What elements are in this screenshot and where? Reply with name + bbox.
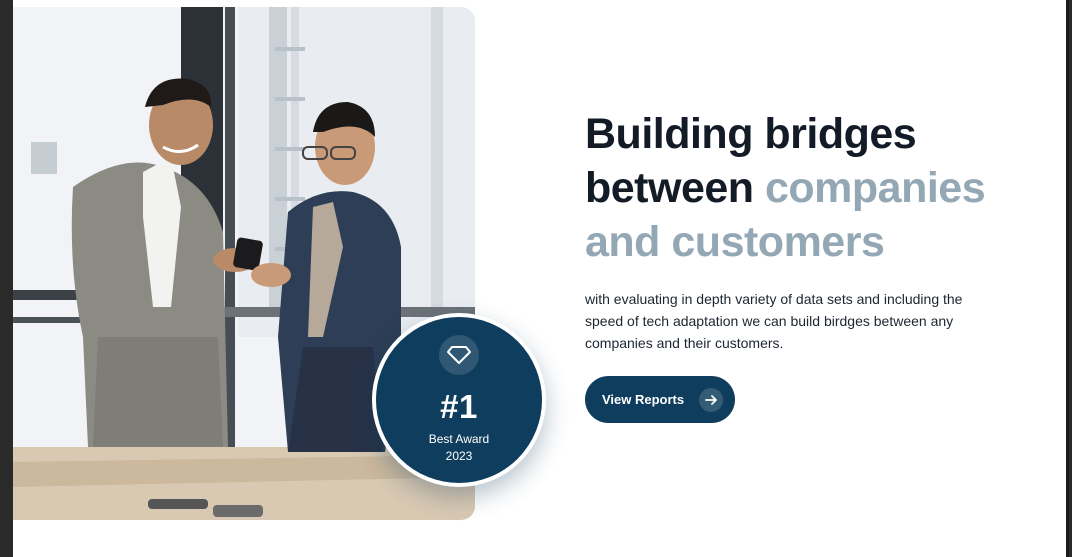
- hero-section: #1 Best Award 2023 Building bridges betw…: [13, 0, 1069, 557]
- view-reports-button[interactable]: View Reports: [585, 376, 735, 423]
- award-badge: #1 Best Award 2023: [372, 313, 546, 487]
- view-reports-label: View Reports: [602, 392, 685, 407]
- award-year: 2023: [445, 449, 473, 463]
- hero-title-line2-muted: companies: [765, 164, 986, 212]
- hero-title-line2-dark: between: [585, 164, 754, 212]
- hero-title-line1: Building bridges: [585, 110, 917, 158]
- hero-description: with evaluating in depth variety of data…: [585, 291, 963, 351]
- arrow-right-icon: [699, 388, 723, 412]
- diamond-icon: [439, 335, 479, 375]
- hero-title: Building bridges between companies and c…: [585, 107, 1025, 269]
- window-edge: [1066, 0, 1069, 557]
- award-rank: #1: [440, 388, 478, 425]
- hero-title-line3-muted: and customers: [585, 218, 885, 266]
- award-label: Best Award: [428, 432, 490, 446]
